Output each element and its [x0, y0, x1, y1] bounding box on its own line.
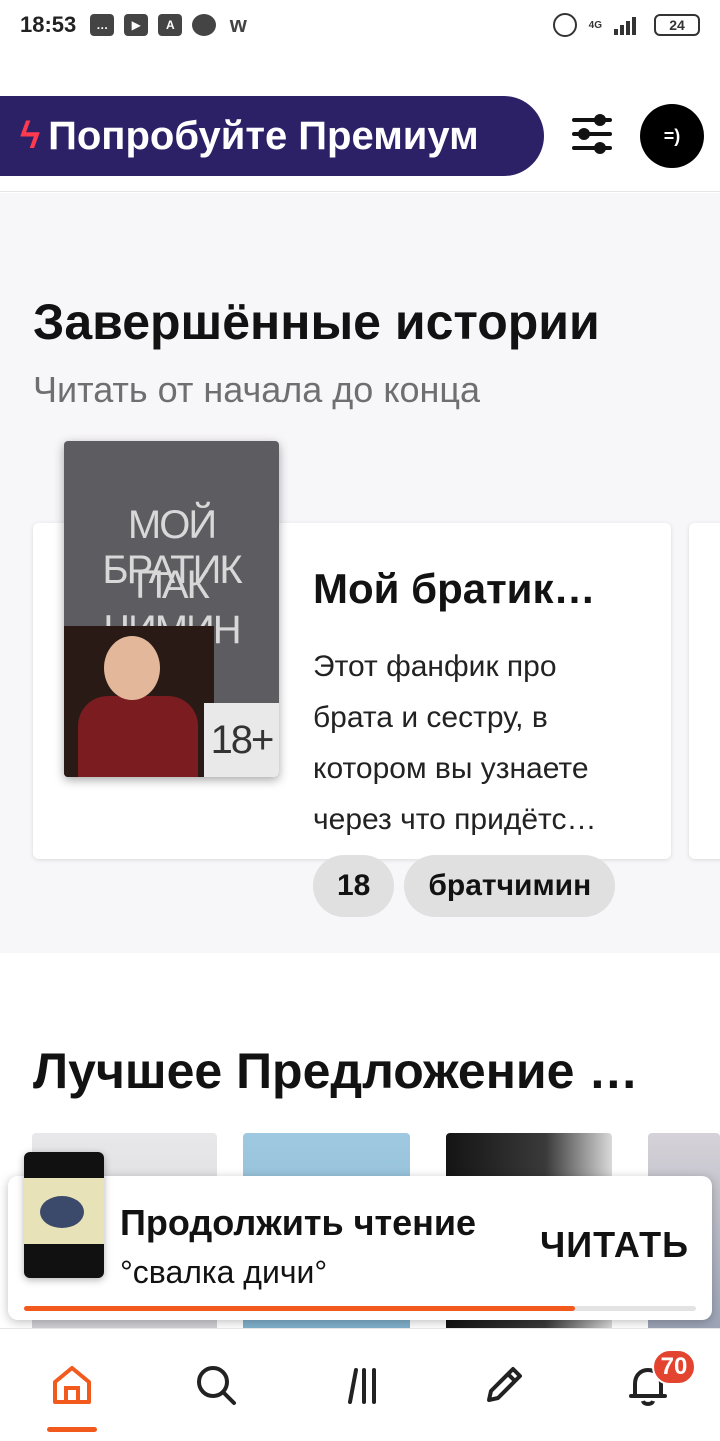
notification-count-badge: 70 [652, 1349, 696, 1385]
status-time: 18:53 [20, 12, 77, 37]
chat-icon: … [90, 14, 115, 36]
continue-reading-bar[interactable]: Продолжить чтение °свалка дичи° ЧИТАТЬ [8, 1152, 712, 1320]
wattpad-icon: w [229, 12, 247, 37]
signal-icon [614, 15, 642, 35]
story-tags: 18 братчимин [313, 855, 616, 917]
library-icon [348, 1368, 376, 1404]
bottom-navigation: 70 [0, 1328, 720, 1440]
profile-avatar[interactable]: =) [640, 104, 704, 168]
lightning-icon: ϟ [20, 114, 41, 157]
section-subtitle: Читать от начала до конца [33, 369, 481, 410]
story-description: Этот фанфик про брата и сестру, в которо… [313, 650, 597, 836]
search-icon [197, 1366, 236, 1405]
alarm-icon [552, 13, 577, 37]
cover-photo [64, 626, 214, 777]
reading-progress-fill [24, 1306, 576, 1311]
tag-chip[interactable]: братчимин [404, 855, 616, 917]
filter-settings-icon[interactable] [570, 112, 614, 156]
story-cover[interactable]: МОЙ БРАТИК ПАК ЧИМИН 18+ [64, 441, 279, 777]
status-bar: 18:53 … ▶ A w 4G 24 [0, 0, 720, 50]
reading-progress-bar [24, 1306, 696, 1311]
tag-chip[interactable]: 18 [313, 855, 395, 917]
completed-stories-section: Завершённые истории Читать от начала до … [0, 193, 720, 953]
best-offer-title: Лучшее Предложение … [33, 1043, 639, 1099]
nav-search[interactable] [171, 1329, 261, 1441]
app-a-icon: A [158, 14, 183, 36]
story-title[interactable]: Мой братик… [313, 565, 596, 613]
nav-home[interactable] [27, 1329, 117, 1441]
home-icon [53, 1366, 91, 1404]
premium-label: Попробуйте Премиум [48, 113, 479, 158]
try-premium-button[interactable]: ϟ Попробуйте Премиум [0, 96, 544, 176]
write-icon [487, 1367, 522, 1402]
nav-library[interactable] [316, 1329, 406, 1441]
battery-indicator: 24 [654, 14, 700, 36]
top-bar: ϟ Попробуйте Премиум =) [0, 92, 720, 192]
continue-story-cover[interactable] [24, 1152, 104, 1278]
message-icon [192, 14, 217, 36]
active-tab-indicator [47, 1427, 97, 1432]
nav-notifications[interactable] [603, 1329, 693, 1441]
youtube-icon: ▶ [124, 14, 149, 36]
nav-write[interactable] [459, 1329, 549, 1441]
next-story-card[interactable] [689, 523, 720, 859]
cover-age-label: 18+ [204, 703, 279, 777]
section-title: Завершённые истории [33, 294, 600, 350]
continue-story-name: °свалка дичи° [120, 1254, 328, 1290]
notification-icons: … ▶ A w [90, 12, 250, 37]
continue-reading-title: Продолжить чтение [120, 1202, 477, 1243]
read-button[interactable]: ЧИТАТЬ [540, 1224, 689, 1266]
network-type: 4G [588, 19, 602, 31]
